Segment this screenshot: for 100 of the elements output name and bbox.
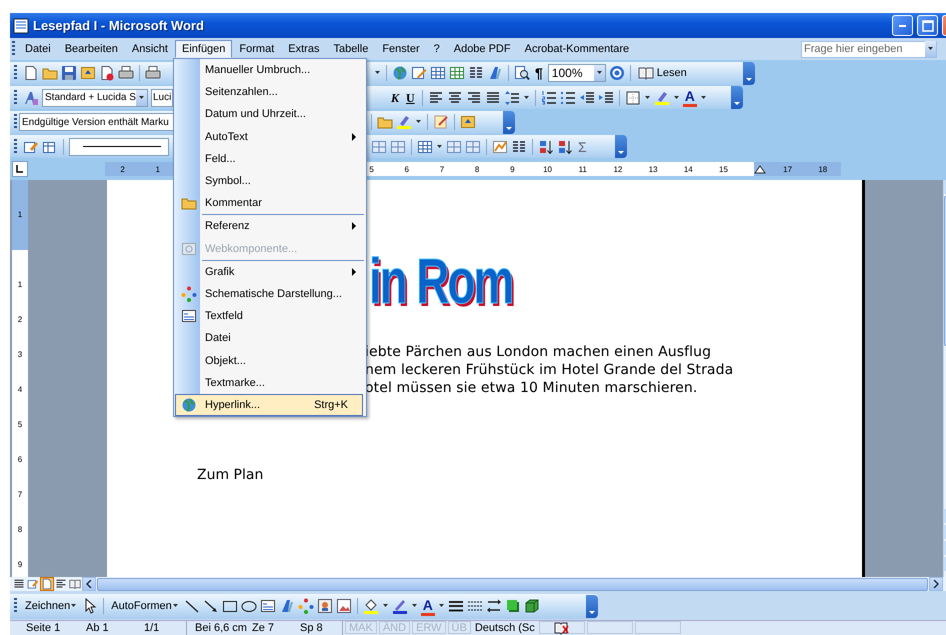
- globe-icon[interactable]: [392, 65, 408, 82]
- menu-item[interactable]: Textfeld: [175, 305, 363, 328]
- menu-item[interactable]: Seitenzahlen...: [175, 81, 363, 104]
- menu-item[interactable]: Acrobat-Kommentare: [518, 40, 636, 58]
- draw-menu-button[interactable]: Zeichnen: [23, 598, 80, 614]
- scroll-thumb[interactable]: [97, 578, 928, 591]
- highlighter-icon[interactable]: [396, 114, 412, 130]
- menu-item[interactable]: Datei: [175, 327, 363, 350]
- slanted-shape-icon[interactable]: [487, 65, 503, 82]
- highlighter-icon[interactable]: [654, 90, 670, 106]
- menu-item[interactable]: Objekt...: [175, 349, 363, 372]
- toolbar-options-button[interactable]: [586, 594, 598, 618]
- indent-marker[interactable]: [754, 164, 766, 174]
- grid-icon[interactable]: [465, 138, 481, 155]
- grid-icon[interactable]: [390, 138, 406, 155]
- page-icon[interactable]: [23, 65, 39, 82]
- cycle-icon[interactable]: [298, 598, 314, 614]
- menu-item[interactable]: Format: [232, 40, 282, 58]
- view-button[interactable]: [40, 577, 54, 592]
- menu-item[interactable]: Extras: [281, 40, 326, 58]
- scroll-right-button[interactable]: [929, 577, 943, 592]
- picture-icon[interactable]: [336, 598, 352, 614]
- line-style-combo[interactable]: [69, 138, 169, 156]
- styles-icon[interactable]: [23, 90, 39, 106]
- style-combo[interactable]: Standard + Lucida S: [42, 88, 148, 107]
- shadow-icon[interactable]: [504, 598, 521, 614]
- font-color-button[interactable]: A: [420, 596, 435, 616]
- outdent-icon[interactable]: [578, 90, 595, 106]
- clipart-icon[interactable]: [316, 598, 333, 614]
- menu-item[interactable]: Hyperlink... Strg+K: [175, 394, 363, 416]
- read-button[interactable]: Lesen: [636, 65, 689, 82]
- menu-item[interactable]: Einfügen: [174, 40, 232, 58]
- menu-item[interactable]: Manueller Umbruch...: [175, 59, 363, 82]
- line-icon[interactable]: [184, 598, 200, 614]
- menu-item[interactable]: Symbol...: [175, 170, 363, 192]
- menu-item[interactable]: Datum und Uhrzeit...: [175, 103, 363, 126]
- menu-item[interactable]: Bearbeiten: [58, 40, 125, 58]
- font-color-button[interactable]: A: [682, 88, 697, 108]
- font-combo[interactable]: Luci: [151, 88, 173, 107]
- autoshapes-menu-button[interactable]: AutoFormen: [109, 598, 181, 614]
- caret-icon[interactable]: [506, 124, 512, 131]
- table-icon[interactable]: [417, 138, 433, 155]
- pencil-icon[interactable]: [411, 65, 427, 82]
- sort-icon[interactable]: [538, 138, 554, 155]
- menu-item[interactable]: AutoText: [175, 126, 363, 148]
- view-button[interactable]: [68, 577, 82, 592]
- folder-icon[interactable]: [460, 114, 476, 130]
- grid-icon[interactable]: [371, 138, 387, 155]
- menu-item[interactable]: Referenz: [175, 215, 363, 238]
- align-left-icon[interactable]: [428, 90, 444, 106]
- markup-display-combo[interactable]: Endgültige Version enthält Marku: [19, 113, 175, 132]
- italic-button[interactable]: K: [389, 92, 402, 104]
- toolbar-grip[interactable]: [14, 598, 17, 614]
- sum-button[interactable]: Σ: [576, 138, 589, 155]
- toolbar-grip[interactable]: [14, 65, 17, 82]
- align-center-icon[interactable]: [446, 90, 463, 106]
- toolbar-grip[interactable]: [12, 41, 15, 57]
- spelling-status-panel[interactable]: [538, 621, 585, 634]
- menu-item[interactable]: Grafik: [175, 260, 363, 283]
- magnifier-icon[interactable]: [514, 65, 530, 82]
- arrow-style-icon[interactable]: [486, 598, 502, 614]
- caret-icon[interactable]: [734, 100, 740, 106]
- border-icon[interactable]: [624, 90, 641, 106]
- printer-icon[interactable]: [145, 65, 161, 82]
- pen-icon[interactable]: [392, 598, 408, 614]
- pilcrow-button[interactable]: ¶: [533, 65, 545, 82]
- help-icon[interactable]: [608, 65, 625, 82]
- toolbar-options-button[interactable]: [731, 86, 743, 110]
- ellipse-icon[interactable]: [240, 598, 257, 614]
- line-weight-icon[interactable]: [448, 598, 464, 614]
- bullet-list-icon[interactable]: [560, 90, 576, 106]
- menu-item[interactable]: Textmarke...: [175, 372, 363, 394]
- arrow-icon[interactable]: [202, 598, 219, 614]
- toolbar-options-button[interactable]: [615, 135, 627, 158]
- numbered-list-icon[interactable]: [540, 90, 557, 106]
- textbox-icon[interactable]: [260, 598, 276, 614]
- scroll-left-button[interactable]: [82, 577, 96, 592]
- justify-icon[interactable]: [484, 90, 501, 106]
- indent-icon[interactable]: [598, 90, 614, 106]
- rectangle-icon[interactable]: [222, 598, 238, 614]
- menu-item[interactable]: Fenster: [375, 40, 427, 58]
- toolbar-options-button[interactable]: [503, 110, 515, 134]
- maximize-button[interactable]: [917, 15, 938, 36]
- menu-item[interactable]: Adobe PDF: [446, 40, 518, 58]
- sort-icon[interactable]: [557, 138, 573, 155]
- tab-selector-button[interactable]: [12, 161, 28, 178]
- caret-icon[interactable]: [618, 149, 624, 156]
- menu-item[interactable]: Datei: [18, 40, 58, 58]
- toolbar-grip[interactable]: [14, 138, 17, 155]
- zoom-combo[interactable]: 100%: [548, 64, 606, 82]
- underline-button[interactable]: U: [404, 92, 417, 104]
- caret-icon[interactable]: [589, 608, 595, 615]
- menu-item[interactable]: Ansicht: [124, 40, 175, 58]
- folder-icon[interactable]: [80, 65, 96, 82]
- cube-icon[interactable]: [524, 598, 540, 614]
- table-icon[interactable]: [430, 65, 446, 82]
- menu-item[interactable]: Schematische Darstellung...: [175, 282, 363, 306]
- menu-item[interactable]: Tabelle: [326, 40, 376, 58]
- toolbar-options-button[interactable]: [743, 62, 755, 85]
- toolbar-grip[interactable]: [14, 90, 17, 106]
